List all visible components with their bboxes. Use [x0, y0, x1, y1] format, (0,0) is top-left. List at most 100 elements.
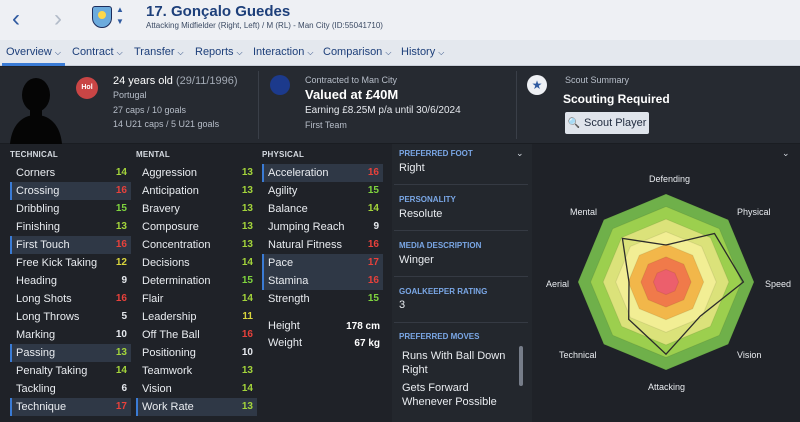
player-value: Valued at £40M — [305, 87, 399, 102]
radar-label-defending: Defending — [649, 174, 691, 184]
attr-teamwork[interactable]: Teamwork 13 — [136, 362, 257, 380]
attr-value: 13 — [115, 221, 127, 232]
attr-crossing[interactable]: Crossing 16 — [10, 182, 131, 200]
tab-transfer[interactable]: Transfer ⌵ — [134, 46, 184, 58]
divider — [258, 71, 259, 139]
attr-name: Concentration — [142, 239, 211, 251]
attr-value: 15 — [241, 275, 253, 286]
radar-label-vision: Vision — [737, 350, 762, 360]
chevron-down-icon: ⌵ — [438, 48, 445, 57]
player-silhouette-icon — [10, 78, 62, 144]
attr-tackling[interactable]: Tackling 6 — [10, 380, 131, 398]
wage-info: Earning £8.25M p/a until 30/6/2024 — [305, 105, 461, 116]
attr-agility[interactable]: Agility 15 — [262, 182, 383, 200]
attr-value: 13 — [241, 365, 253, 376]
attr-leadership[interactable]: Leadership 11 — [136, 308, 257, 326]
chevron-up-icon[interactable]: ▲ — [116, 6, 124, 14]
attr-value: 9 — [121, 275, 127, 286]
attr-value: 16 — [115, 239, 127, 250]
attr-name: Stamina — [268, 275, 309, 287]
attr-name: Pace — [268, 257, 294, 269]
attr-bravery[interactable]: Bravery 13 — [136, 200, 257, 218]
radar-label-physical: Physical — [737, 207, 771, 217]
chevron-down-icon[interactable]: ⌄ — [516, 148, 524, 159]
attr-anticipation[interactable]: Anticipation 13 — [136, 182, 257, 200]
chevron-down-icon: ⌵ — [177, 48, 184, 57]
tab-overview[interactable]: Overview ⌵ — [6, 46, 61, 58]
attr-value: 13 — [241, 185, 253, 196]
attr-decisions[interactable]: Decisions 14 — [136, 254, 257, 272]
tab-reports[interactable]: Reports ⌵ — [195, 46, 243, 58]
attr-free-kick-taking[interactable]: Free Kick Taking 12 — [10, 254, 131, 272]
attribute-radar-chart: Defending Physical Speed Vision Attackin… — [532, 144, 800, 422]
divider — [394, 230, 528, 231]
attr-natural-fitness[interactable]: Natural Fitness 16 — [262, 236, 383, 254]
man-city-crest-icon[interactable] — [92, 6, 112, 28]
attr-name: Composure — [142, 221, 199, 233]
attr-pace[interactable]: Pace 17 — [262, 254, 383, 272]
attr-value: 17 — [115, 401, 127, 412]
attr-name: Tackling — [16, 383, 56, 395]
radar-label-speed: Speed — [765, 279, 792, 289]
goalkeeper-rating-value: 3 — [399, 299, 406, 311]
attr-name: Decisions — [142, 257, 190, 269]
attr-name: Bravery — [142, 203, 180, 215]
attr-vision[interactable]: Vision 14 — [136, 380, 257, 398]
radar-label-aerial: Aerial — [546, 279, 570, 289]
attr-dribbling[interactable]: Dribbling 15 — [10, 200, 131, 218]
hol-flag-icon[interactable]: Hol — [76, 77, 98, 99]
attr-name: Crossing — [16, 185, 60, 197]
attr-finishing[interactable]: Finishing 13 — [10, 218, 131, 236]
attr-balance[interactable]: Balance 14 — [262, 200, 383, 218]
attr-name: Penalty Taking — [16, 365, 88, 377]
attr-off-the-ball[interactable]: Off The Ball 16 — [136, 326, 257, 344]
attr-work-rate[interactable]: Work Rate 13 — [136, 398, 257, 416]
attr-name: Determination — [142, 275, 211, 287]
attr-heading[interactable]: Heading 9 — [10, 272, 131, 290]
technical-heading: TECHNICAL — [10, 150, 59, 159]
tab-label: Interaction — [253, 46, 305, 58]
attr-strength[interactable]: Strength 15 — [262, 290, 383, 308]
attr-long-throws[interactable]: Long Throws 5 — [10, 308, 131, 326]
scrollbar[interactable] — [519, 346, 523, 386]
attr-value: 11 — [242, 311, 253, 322]
attr-concentration[interactable]: Concentration 13 — [136, 236, 257, 254]
attr-jumping-reach[interactable]: Jumping Reach 9 — [262, 218, 383, 236]
attr-name: Strength — [268, 293, 310, 305]
attr-marking[interactable]: Marking 10 — [10, 326, 131, 344]
attr-corners[interactable]: Corners 14 — [10, 164, 131, 182]
u21-caps: 14 U21 caps / 5 U21 goals — [113, 119, 220, 129]
attr-technique[interactable]: Technique 17 — [10, 398, 131, 416]
attr-name: Leadership — [142, 311, 197, 323]
attr-value: 15 — [367, 185, 379, 196]
tab-contract[interactable]: Contract ⌵ — [72, 46, 123, 58]
club-badge-icon[interactable] — [270, 75, 290, 95]
attr-aggression[interactable]: Aggression 13 — [136, 164, 257, 182]
attr-value: 13 — [241, 221, 253, 232]
personality-value: Resolute — [399, 208, 443, 220]
back-arrow-icon[interactable]: ‹ — [12, 7, 20, 31]
attr-penalty-taking[interactable]: Penalty Taking 14 — [10, 362, 131, 380]
player-header: ‹ › ▲ ▼ 17. Gonçalo Guedes Attacking Mid… — [0, 0, 800, 40]
nationality[interactable]: Portugal — [113, 90, 147, 100]
attr-positioning[interactable]: Positioning 10 — [136, 344, 257, 362]
scout-player-button[interactable]: 🔍 Scout Player — [565, 112, 649, 134]
tab-interaction[interactable]: Interaction ⌵ — [253, 46, 313, 58]
attr-flair[interactable]: Flair 14 — [136, 290, 257, 308]
attr-acceleration[interactable]: Acceleration 16 — [262, 164, 383, 182]
attr-composure[interactable]: Composure 13 — [136, 218, 257, 236]
attr-long-shots[interactable]: Long Shots 16 — [10, 290, 131, 308]
attr-first-touch[interactable]: First Touch 16 — [10, 236, 131, 254]
attr-value: 10 — [241, 347, 253, 358]
forward-arrow-icon[interactable]: › — [54, 7, 62, 31]
chevron-down-icon[interactable]: ▼ — [116, 18, 124, 26]
attr-stamina[interactable]: Stamina 16 — [262, 272, 383, 290]
tab-history[interactable]: History ⌵ — [401, 46, 444, 58]
tab-comparison[interactable]: Comparison ⌵ — [323, 46, 391, 58]
attr-name: Agility — [268, 185, 298, 197]
attr-determination[interactable]: Determination 15 — [136, 272, 257, 290]
chevron-down-icon: ⌵ — [385, 48, 392, 57]
tab-label: Overview — [6, 46, 52, 58]
preferred-moves-list[interactable]: Runs With Ball Down Right Gets Forward W… — [398, 345, 522, 415]
attr-passing[interactable]: Passing 13 — [10, 344, 131, 362]
